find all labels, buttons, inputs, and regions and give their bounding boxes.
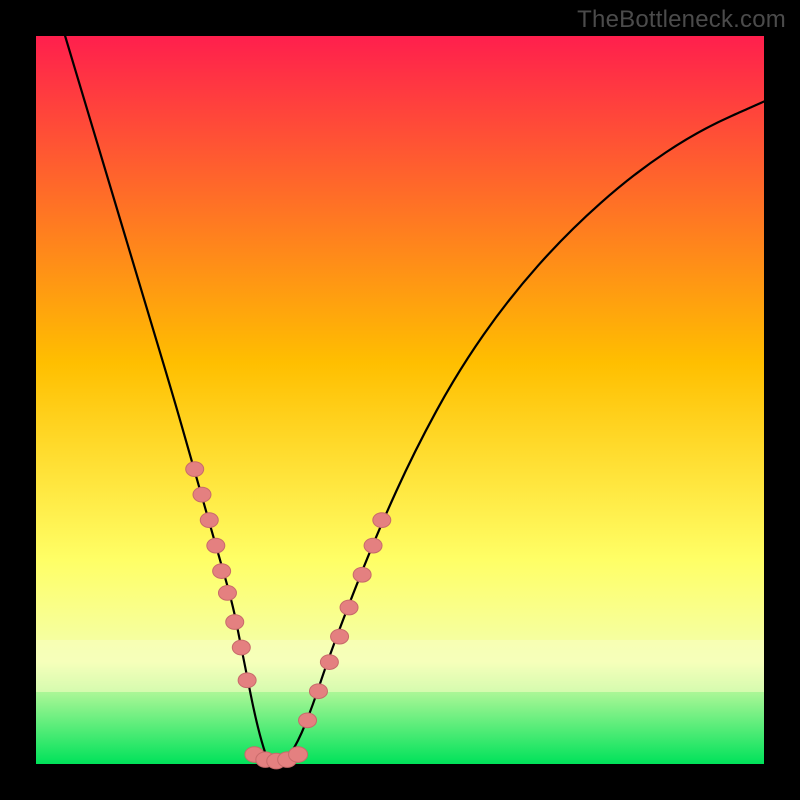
- data-marker: [289, 747, 308, 763]
- data-marker: [373, 513, 391, 528]
- pale-band: [36, 640, 764, 692]
- data-marker: [353, 567, 371, 582]
- data-marker: [340, 600, 358, 615]
- data-marker: [218, 586, 236, 601]
- data-marker: [186, 462, 204, 477]
- watermark-text: TheBottleneck.com: [577, 6, 786, 34]
- bottleneck-chart: [0, 0, 800, 800]
- data-marker: [299, 713, 317, 728]
- data-marker: [200, 513, 218, 528]
- data-marker: [309, 684, 327, 699]
- data-marker: [320, 655, 338, 670]
- data-marker: [207, 538, 225, 553]
- data-marker: [213, 564, 231, 579]
- data-marker: [232, 640, 250, 655]
- data-marker: [226, 615, 244, 630]
- data-marker: [331, 629, 349, 644]
- data-marker: [364, 538, 382, 553]
- chart-frame: TheBottleneck.com: [0, 0, 800, 800]
- data-marker: [238, 673, 256, 688]
- data-marker: [193, 487, 211, 502]
